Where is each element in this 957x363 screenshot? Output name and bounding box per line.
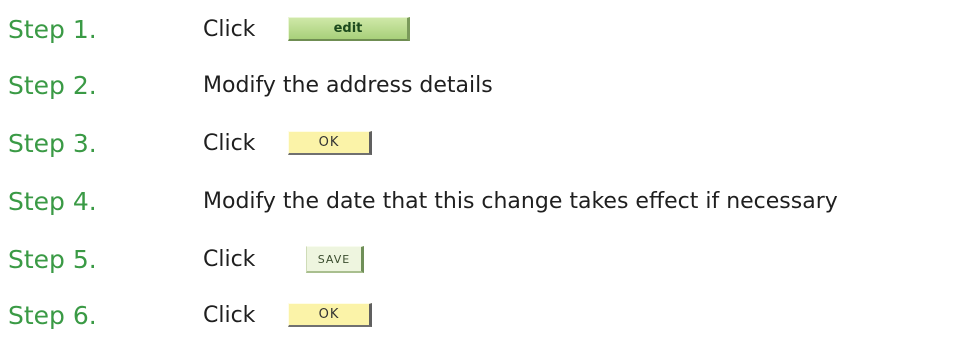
step-number: Step 1. [8, 15, 97, 44]
step-instruction: Click [203, 247, 256, 272]
step-instruction: Click [203, 303, 256, 328]
step-1: Step 1. Click edit [8, 10, 957, 50]
step-instruction: Modify the date that this change takes e… [203, 189, 838, 214]
edit-button[interactable]: edit [288, 17, 410, 41]
ok-button[interactable]: OK [288, 131, 372, 155]
step-instruction: Click [203, 131, 256, 156]
step-number: Step 3. [8, 129, 97, 158]
step-number: Step 5. [8, 245, 97, 274]
save-button[interactable]: SAVE [306, 246, 364, 273]
step-5: Step 5. Click SAVE [8, 240, 957, 280]
step-6: Step 6. Click OK [8, 296, 957, 336]
step-number: Step 6. [8, 301, 97, 330]
ok-button[interactable]: OK [288, 303, 372, 327]
step-4: Step 4. Modify the date that this change… [8, 182, 957, 222]
instruction-steps: Step 1. Click edit Step 2. Modify the ad… [0, 0, 957, 363]
step-2: Step 2. Modify the address details [8, 66, 957, 106]
step-number: Step 2. [8, 71, 97, 100]
step-instruction: Modify the address details [203, 73, 493, 98]
step-number: Step 4. [8, 187, 97, 216]
step-instruction: Click [203, 17, 256, 42]
step-3: Step 3. Click OK [8, 124, 957, 164]
